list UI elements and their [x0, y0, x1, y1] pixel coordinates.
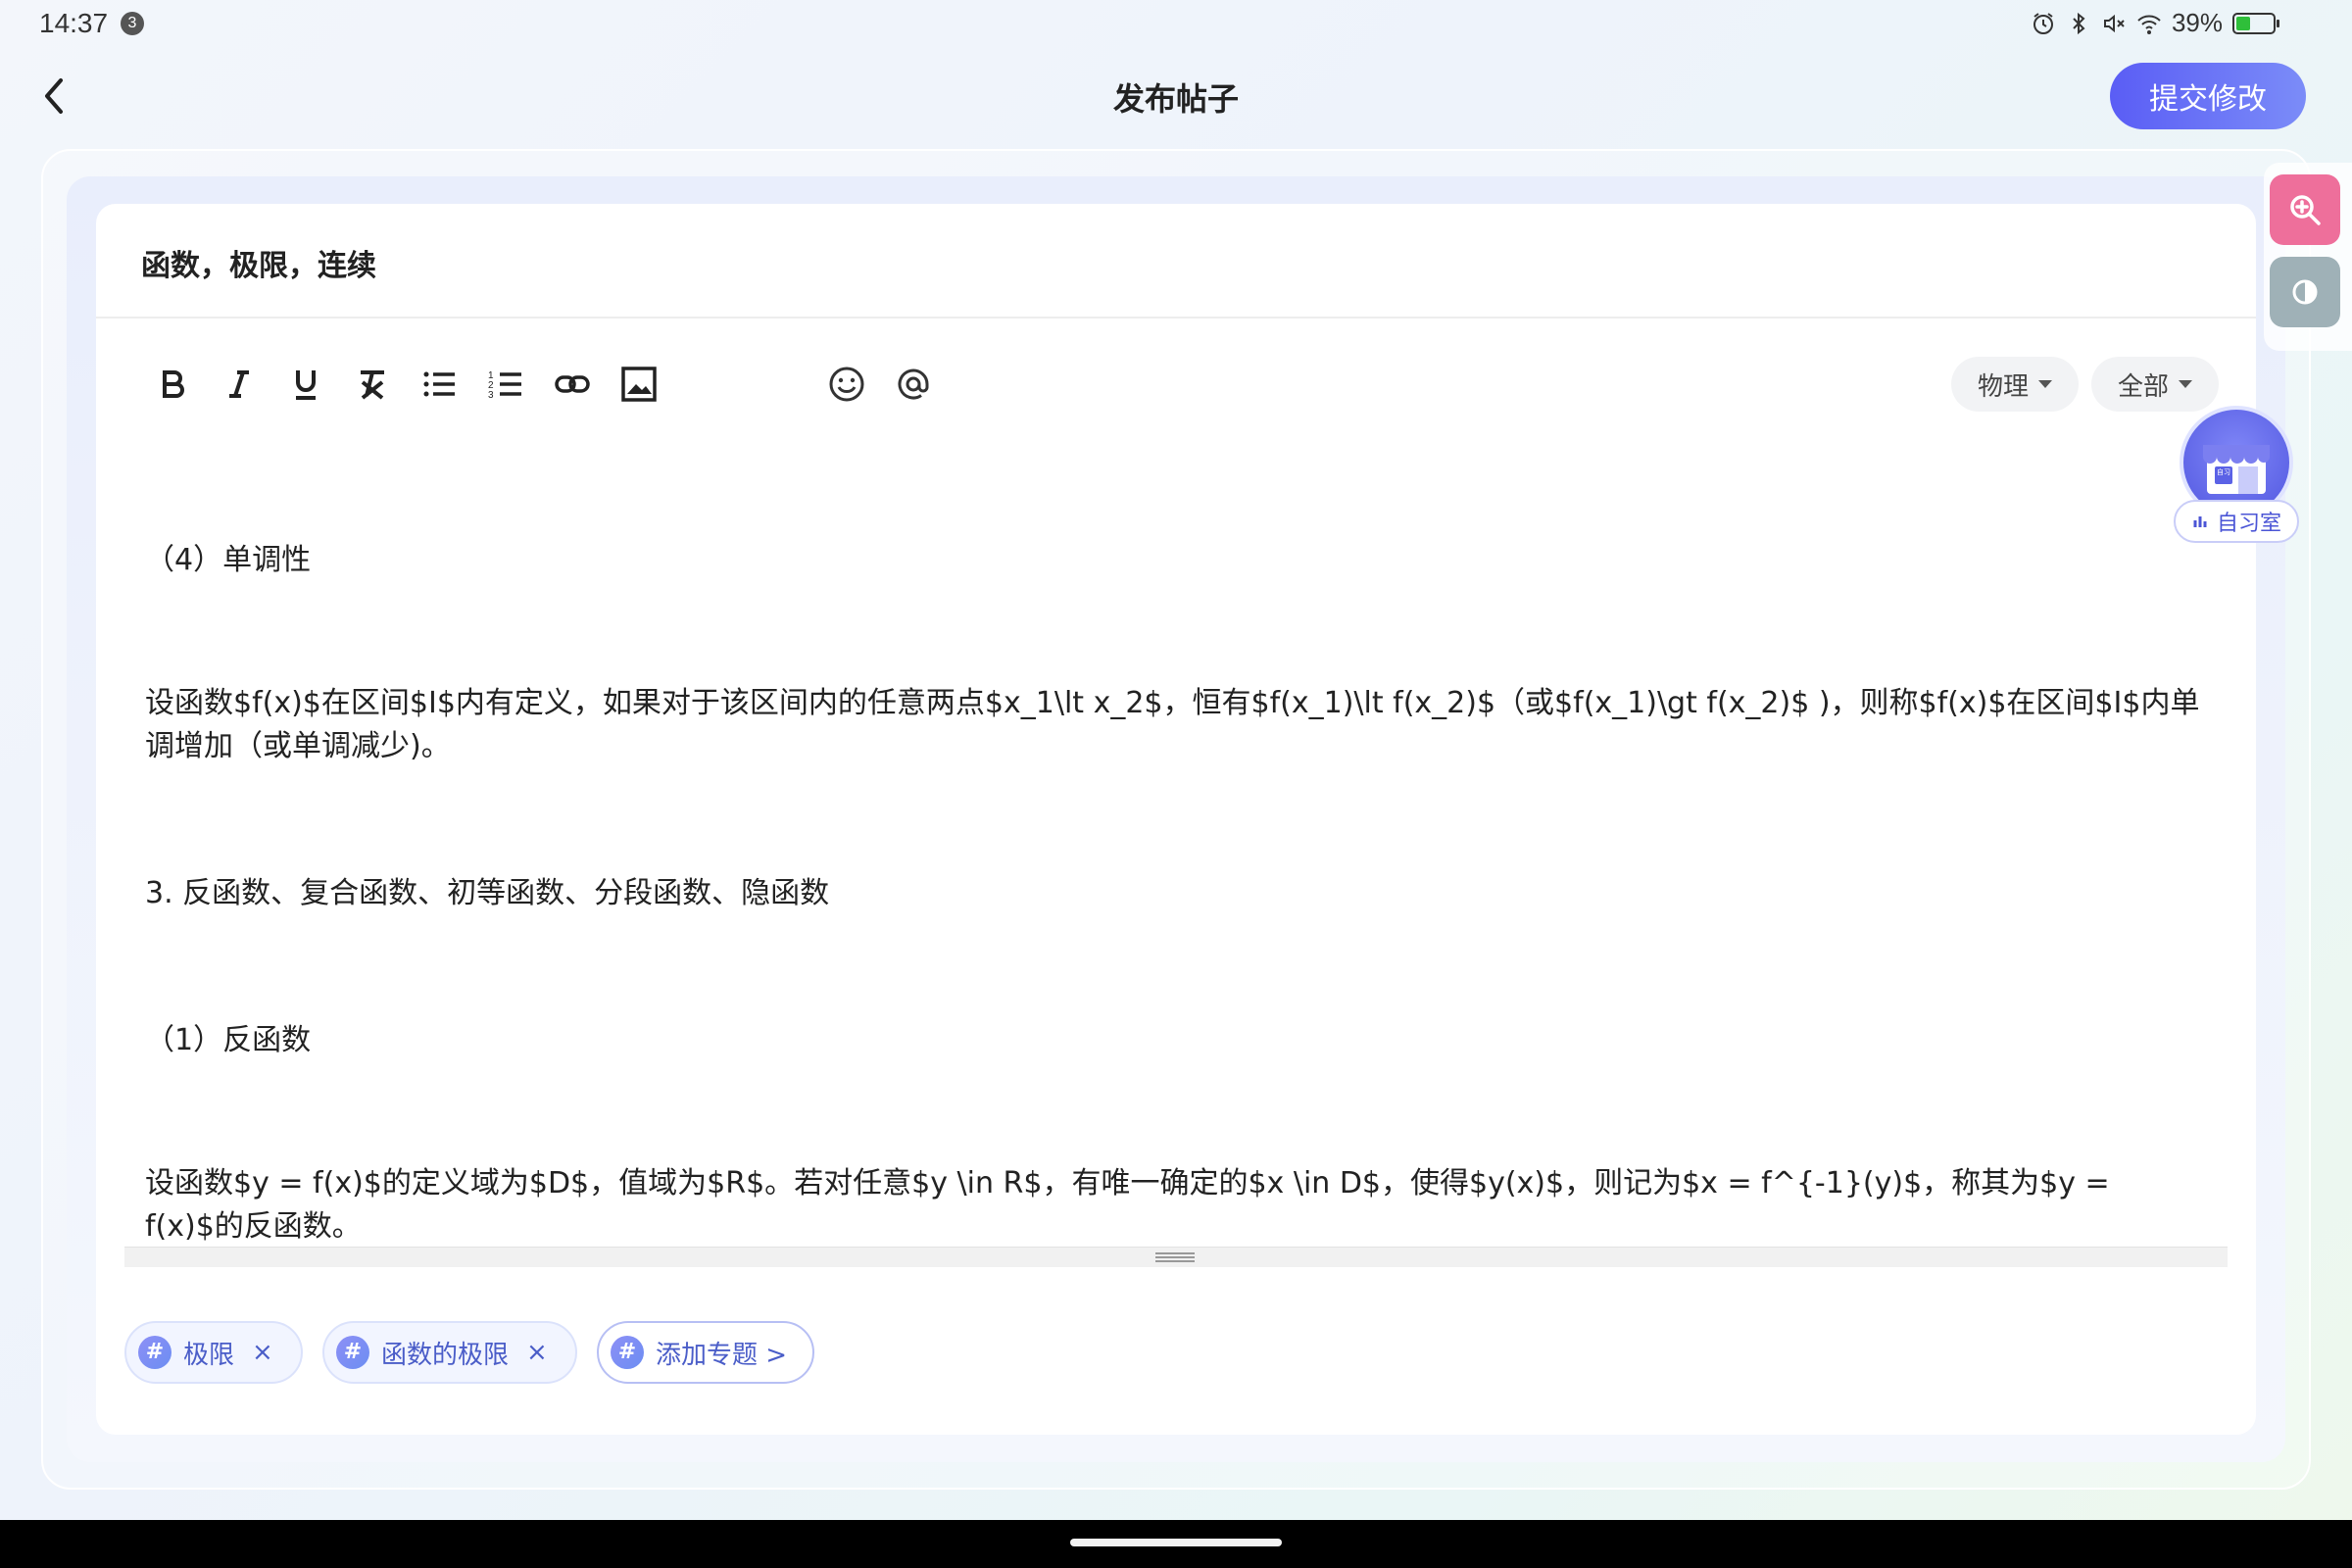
battery-icon	[2232, 12, 2279, 34]
battery-percent: 39%	[2171, 8, 2223, 37]
study-room-button[interactable]: 自习 自习室	[2170, 406, 2303, 543]
editor-resize-handle[interactable]	[124, 1247, 2228, 1267]
alarm-icon	[2033, 12, 2053, 34]
italic-icon	[229, 370, 249, 398]
status-bar: 14:37 3 39%	[0, 0, 2352, 49]
close-icon[interactable]: ×	[252, 1338, 273, 1367]
content-paragraph: （4）单调性	[145, 543, 312, 577]
bar-chart-icon	[2193, 516, 2207, 527]
zoom-button[interactable]	[2270, 174, 2340, 245]
submit-changes-button[interactable]: 提交修改	[2110, 63, 2306, 129]
mute-icon	[2103, 14, 2125, 32]
wifi-icon	[2137, 15, 2161, 34]
study-room-label-pill: 自习室	[2174, 500, 2299, 543]
subject-dropdown[interactable]: 物理	[1951, 357, 2079, 412]
topic-tag-label: 极限	[183, 1340, 235, 1370]
post-title-input[interactable]: 函数，极限，连续	[141, 241, 376, 284]
subject-value: 物理	[1977, 371, 2029, 402]
close-icon[interactable]: ×	[526, 1338, 548, 1367]
bluetooth-icon	[2073, 12, 2085, 34]
scope-dropdown[interactable]: 全部	[2091, 357, 2219, 412]
svg-text:3: 3	[488, 390, 494, 401]
hash-icon: #	[138, 1336, 172, 1369]
hash-icon: #	[336, 1336, 369, 1369]
numbered-list-button[interactable]: 123	[484, 355, 527, 414]
grip-icon	[1155, 1252, 1195, 1262]
link-icon	[555, 375, 590, 393]
caret-down-icon	[2179, 380, 2192, 388]
italic-button[interactable]	[218, 355, 261, 414]
contrast-button[interactable]	[2270, 257, 2340, 327]
underline-button[interactable]	[284, 355, 327, 414]
clear-format-button[interactable]	[351, 355, 394, 414]
image-button[interactable]	[617, 355, 661, 414]
content-paragraph: 设函数$f(x)$在区间$I$内有定义，如果对于该区间内的任意两点$x_1\lt…	[145, 686, 2200, 763]
zoom-in-icon	[2290, 195, 2321, 225]
bold-icon	[163, 370, 184, 398]
editor-content[interactable]: （4）单调性 设函数$f(x)$在区间$I$内有定义，如果对于该区间内的任意两点…	[145, 529, 2213, 1243]
topic-tag[interactable]: # 极限 ×	[124, 1321, 303, 1384]
content-paragraph: 3. 反函数、复合函数、初等函数、分段函数、隐函数	[145, 876, 830, 910]
contrast-icon	[2292, 279, 2318, 305]
study-room-label: 自习室	[2216, 512, 2281, 536]
hash-icon: #	[611, 1336, 644, 1369]
scope-value: 全部	[2117, 371, 2169, 402]
bullet-list-icon	[423, 371, 455, 397]
bold-button[interactable]	[151, 355, 194, 414]
content-paragraph: （1）反函数	[145, 1023, 312, 1057]
status-icons: 39%	[2031, 8, 2279, 38]
mention-icon	[898, 368, 929, 400]
home-indicator[interactable]	[1070, 1539, 1282, 1546]
add-topic-button[interactable]: # 添加专题 >	[597, 1321, 814, 1384]
study-room-badge: 自习	[2217, 467, 2230, 476]
caret-down-icon	[2038, 380, 2052, 388]
topic-tag[interactable]: # 函数的极限 ×	[322, 1321, 577, 1384]
numbered-list-icon: 123	[488, 370, 521, 401]
page-title: 发布帖子	[1112, 80, 1239, 118]
content-paragraph: 设函数$y = f(x)$的定义域为$D$，值域为$R$。若对任意$y \in …	[145, 1166, 2110, 1243]
mention-button[interactable]	[892, 355, 935, 414]
emoji-icon	[829, 367, 864, 402]
topic-tag-label: 函数的极限	[381, 1340, 510, 1370]
divider	[96, 317, 2256, 318]
emoji-button[interactable]	[825, 355, 868, 414]
status-time: 14:37	[39, 8, 109, 38]
underline-icon	[296, 370, 316, 400]
add-topic-label: 添加专题 >	[656, 1340, 788, 1370]
bullet-list-button[interactable]	[417, 355, 461, 414]
clear-format-icon	[361, 370, 384, 400]
notification-badge: 3	[121, 12, 144, 35]
link-button[interactable]	[551, 355, 594, 414]
image-icon	[621, 367, 657, 402]
